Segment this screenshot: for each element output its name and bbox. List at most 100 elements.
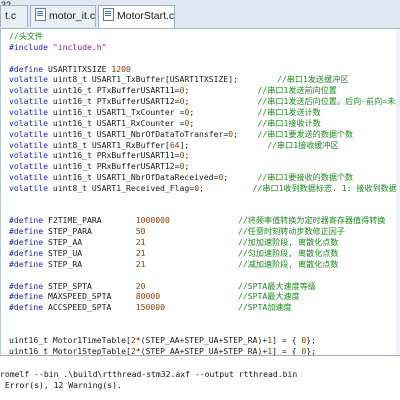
code-token: STEP_RA [47,258,136,269]
code-line: uint16_t Motor1StepTable[2*(STEP_AA+STEP… [9,346,316,355]
code-token: uint8_t USART1_RxBuffer[ [52,139,170,150]
code-token: volatile [9,139,53,150]
code-token: //串口1接收计数 [257,117,321,128]
code-line: #define STEP_SPTA 20 //SPTA最大速度等级 [9,281,316,292]
code-token: //加加速阶段, 离散化点数 [238,237,339,248]
code-line: volatile uint16_t USART1_TxCounter =0; /… [9,107,321,118]
code-line: volatile uint16_t PTxBufferUSART11=0; //… [9,85,337,96]
code-token: volatile [9,161,53,172]
code-token: uint16_t USART1_NbrOfDataToTransfer= [52,128,229,139]
code-token: }; [306,345,317,355]
code-token: volatile [9,117,53,128]
code-token: #define [9,280,48,291]
code-token: volatile [9,172,53,183]
code-token: uint16_t PTxBufferUSART11= [52,85,180,96]
code-line: #define ACCSPEED_SPTA 150000 //SPTA加速度 [9,302,292,313]
code-token: //串口1发送缓冲区 [277,74,349,85]
code-line: #define STEP_PARA 50 //任意时刻转动步数修正因子 [9,226,345,237]
code-token: //任意时刻转动步数修正因子 [238,226,345,237]
tab-bar: 32 t.c motor_it.c MotorStart.c [0,0,400,29]
code-token: volatile [9,182,53,193]
code-line: volatile uint16_t USART1_NbrOfDataToTran… [9,129,353,140]
code-token: ACCSPEED_SPTA [47,302,136,313]
code-token: ]; [179,139,268,150]
code-token: ] = { [272,345,302,355]
code-token: volatile [9,106,53,117]
code-token: //SPTA加速度 [238,302,292,313]
code-token: 21 [135,248,146,258]
code-token: 80000 [135,291,161,302]
code-token: ; [233,128,258,139]
code-token: ; [189,106,258,117]
code-token: 20 [135,280,146,291]
code-token: //串口1发送前向位置 [257,85,337,96]
code-token: //串口1发送后向位置。后向-前向=未发 [257,96,400,107]
code-token: STEP_UA [47,248,136,258]
code-token: *(STEP_AA+STEP_UA+STEP_RA)+ [135,334,268,345]
code-token: //串口1发送计数 [257,106,321,117]
code-line: volatile uint16_t PTxBufferUSART12=0; //… [9,96,400,107]
code-token: 1200 [111,63,131,74]
code-token: STEP_PARA [47,226,136,237]
code-token: //串口1要发送的数据个数 [257,128,354,139]
code-token: #define [9,258,48,269]
code-token: //将频率值转换为定时器寄存器值得转换 [238,215,386,226]
code-token: volatile [9,85,53,96]
code-token: ; [184,161,190,172]
tab-motorstart[interactable]: MotorStart.c [98,5,175,28]
code-token: ; [223,172,258,183]
tab-motor-it[interactable]: motor_it.c [30,5,96,27]
code-line: #define MAXSPEED_SPTA 80000 //SPTA最大速度 [9,291,300,302]
code-token: uint16_t USART1_TxCounter = [52,106,185,117]
code-token: #include [9,41,53,52]
code-token: uint8_t USART1_Received_Flag= [52,182,195,193]
code-token: volatile [9,150,53,161]
editor-scrollbar[interactable] [396,29,400,355]
code-token: #define [9,248,48,258]
code-line: //头文件 [9,31,43,42]
code-line: volatile uint8_t USART1_TxBuffer[USART1T… [9,74,348,85]
code-token: #define [9,291,48,302]
code-token: 150000 [135,302,165,313]
code-token: STEP_AA [47,237,136,248]
code-token: uint16_t Motor1TimeTable[ [9,334,131,345]
output-line: Error(s), 12 Warning(s). [0,380,122,390]
code-token: ; [199,182,253,193]
code-token: //串口1收到数据标志. 1: 接收到数据, [252,182,400,193]
code-line: #include "include.h" [9,42,106,53]
tab-3-label: MotorStart.c [117,10,175,22]
code-line: volatile uint16_t USART1_RxCounter =0; /… [9,118,321,129]
code-token: }; [306,334,317,345]
code-line: uint16_t Motor1TimeTable[2*(STEP_AA+STEP… [9,335,316,346]
code-token: //减加速阶段, 离散化点数 [238,258,339,269]
code-token: #define [9,63,48,74]
code-token: uint16_t PTxBufferUSART12= [52,96,180,107]
file-icon [103,8,114,21]
tab-2-label: motor_it.c [49,10,96,22]
code-token: 21 [135,237,146,248]
code-token: ; [184,96,258,107]
code-line: volatile uint16_t USART1_NbrOfDataReceiv… [9,172,353,183]
code-line: #define USART1TXSIZE 1200 [9,64,131,75]
code-line: volatile uint8_t USART1_Received_Flag=0;… [9,183,400,194]
code-token: //头文件 [9,31,44,41]
tab-file-1[interactable]: t.c [0,5,28,27]
code-token: //SPTA最大速度等级 [238,280,316,291]
code-token: uint16_t PRxBufferUSART12= [52,161,180,172]
code-token: 50 [135,226,146,237]
code-line: #define F2TIME_PARA 1000000 //将频率值转换为定时器… [9,215,385,226]
code-editor[interactable]: //头文件 #include "include.h" #define USART1T… [0,29,400,355]
code-token: ; [184,150,190,161]
code-token: 1000000 [135,215,170,226]
code-token: uint16_t Motor1StepTable[ [9,345,131,355]
code-token: uint16_t USART1_NbrOfDataReceived= [52,172,219,183]
code-token: uint16_t USART1_RxCounter = [52,117,185,128]
code-token: #define [9,215,48,226]
